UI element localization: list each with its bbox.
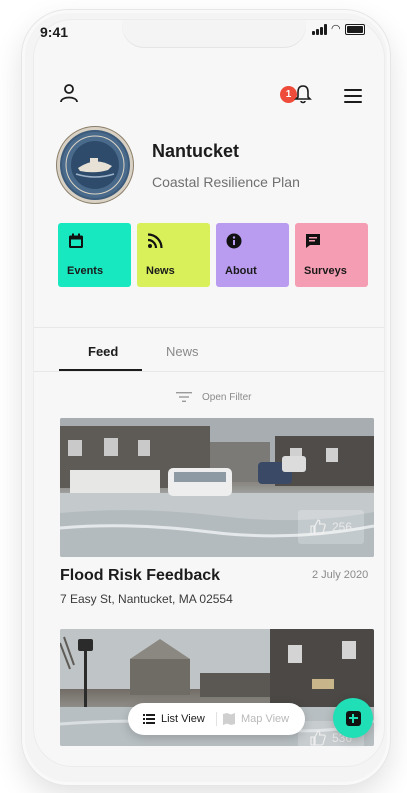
news-label: News: [146, 265, 175, 277]
status-time: 9:41: [40, 24, 69, 40]
news-tile[interactable]: News: [137, 223, 210, 287]
tab-news[interactable]: News: [166, 344, 199, 359]
post-date: 2 July 2020: [312, 569, 369, 581]
like-count: 256: [331, 520, 353, 534]
map-view-label: Map View: [241, 713, 290, 725]
events-label: Events: [67, 265, 104, 277]
thumbs-up-icon: [310, 519, 326, 535]
wifi-icon: ◠: [331, 23, 341, 35]
post-image[interactable]: 256: [60, 418, 374, 557]
about-label: About: [225, 265, 257, 277]
list-view-button[interactable]: List View: [143, 713, 205, 725]
tab-feed[interactable]: Feed: [88, 344, 118, 359]
add-icon: [345, 710, 361, 726]
list-icon: [143, 714, 155, 724]
battery-icon: [344, 24, 365, 35]
hamburger-icon: [344, 89, 362, 103]
seal-graphic: [62, 132, 128, 198]
notifications-button[interactable]: 1: [280, 84, 316, 106]
add-post-button[interactable]: [333, 698, 373, 738]
open-filter-button[interactable]: Open Filter: [176, 391, 251, 403]
like-button[interactable]: 256: [298, 510, 364, 544]
rss-icon: [147, 233, 163, 249]
device-notch: [122, 20, 306, 48]
survey-icon: [306, 234, 320, 248]
signal-icon: [312, 24, 327, 35]
surveys-label: Surveys: [304, 265, 347, 277]
status-icons: ◠: [312, 24, 365, 35]
tabs-divider: [34, 371, 384, 372]
view-toggle: List View Map View: [128, 703, 305, 735]
events-tile[interactable]: Events: [58, 223, 131, 287]
filter-icon: [176, 392, 192, 402]
about-tile[interactable]: About: [216, 223, 289, 287]
thumbs-up-icon: [310, 730, 326, 746]
profile-button[interactable]: [58, 82, 80, 104]
toggle-divider: [216, 712, 217, 726]
quick-links: Events News About Surveys: [58, 223, 368, 287]
organization-name: Nantucket: [152, 141, 240, 161]
post-address: 7 Easy St, Nantucket, MA 02554: [60, 592, 233, 606]
organization-subtitle: Coastal Resilience Plan: [152, 174, 300, 190]
surveys-tile[interactable]: Surveys: [295, 223, 368, 287]
map-view-button[interactable]: Map View: [223, 713, 289, 725]
info-icon: [226, 233, 242, 249]
post-title[interactable]: Flood Risk Feedback: [60, 567, 220, 585]
map-icon: [223, 713, 235, 725]
filter-label: Open Filter: [202, 391, 252, 403]
bell-icon: [294, 85, 312, 104]
list-view-label: List View: [161, 713, 205, 725]
town-seal-logo: [60, 130, 130, 200]
menu-button[interactable]: [344, 89, 362, 103]
user-icon: [60, 84, 78, 103]
calendar-icon: [69, 233, 83, 248]
section-divider: [34, 327, 384, 328]
